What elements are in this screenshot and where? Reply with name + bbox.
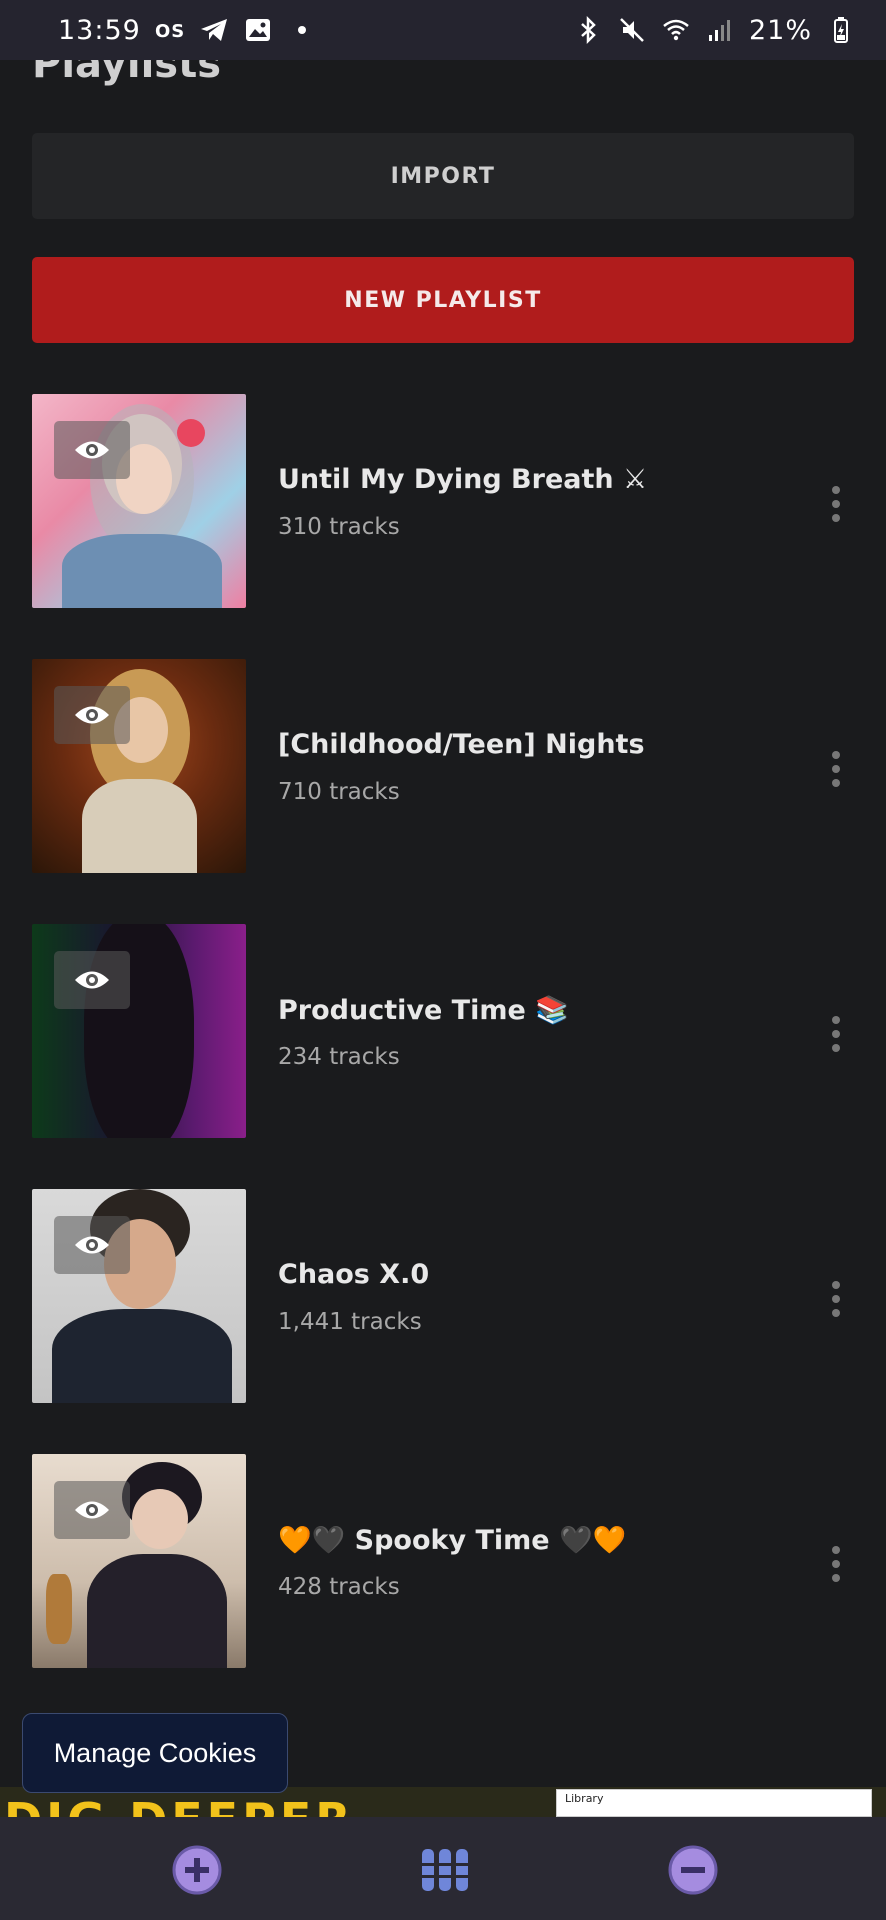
visibility-toggle[interactable]	[54, 421, 130, 479]
status-bar: 13:59 OS 21%	[0, 0, 886, 60]
playlist-cover[interactable]	[32, 924, 246, 1138]
manage-cookies-button[interactable]: Manage Cookies	[22, 1713, 288, 1793]
eye-icon	[75, 1236, 109, 1254]
eye-icon	[75, 706, 109, 724]
playlist-track-count: 710 tracks	[278, 779, 400, 805]
playlist-name: [Childhood/Teen] Nights	[278, 729, 645, 760]
minus-circle-icon	[668, 1845, 718, 1895]
more-options-button[interactable]	[816, 1004, 856, 1064]
gallery-icon	[243, 15, 273, 45]
playlist-cover[interactable]	[32, 1189, 246, 1403]
playlist-item[interactable]: Chaos X.0 1,441 tracks	[0, 1189, 886, 1404]
playlist-name: Until My Dying Breath ⚔	[278, 464, 648, 495]
playlist-item[interactable]: Productive Time 📚 234 tracks	[0, 924, 886, 1139]
more-options-button[interactable]	[816, 739, 856, 799]
more-vert-icon	[832, 1546, 840, 1582]
playlist-item[interactable]: Until My Dying Breath ⚔ 310 tracks	[0, 394, 886, 609]
bottom-nav	[0, 1817, 886, 1920]
visibility-toggle[interactable]	[54, 951, 130, 1009]
more-vert-icon	[832, 1281, 840, 1317]
plus-circle-icon	[172, 1845, 222, 1895]
eye-icon	[75, 971, 109, 989]
more-vert-icon	[832, 1016, 840, 1052]
os-badge-icon: OS	[155, 15, 185, 45]
status-time: 13:59	[58, 14, 141, 46]
zoom-out-button[interactable]	[666, 1843, 720, 1897]
playlist-cover[interactable]	[32, 394, 246, 608]
svg-text:OS: OS	[155, 21, 185, 42]
bluetooth-icon	[573, 15, 603, 45]
playlist-track-count: 1,441 tracks	[278, 1309, 422, 1335]
columns-icon	[422, 1849, 468, 1891]
zoom-in-button[interactable]	[170, 1843, 224, 1897]
more-options-button[interactable]	[816, 1534, 856, 1594]
visibility-toggle[interactable]	[54, 686, 130, 744]
battery-level: 21%	[748, 14, 812, 46]
playlist-track-count: 234 tracks	[278, 1044, 400, 1070]
eye-icon	[75, 441, 109, 459]
playlist-cover[interactable]	[32, 659, 246, 873]
signal-icon	[705, 15, 735, 45]
playlist-name: 🧡🖤 Spooky Time 🖤🧡	[278, 1525, 627, 1556]
new-playlist-button[interactable]: NEW PLAYLIST	[32, 257, 854, 343]
playlist-item[interactable]: 🧡🖤 Spooky Time 🖤🧡 428 tracks	[0, 1454, 886, 1669]
more-vert-icon	[832, 751, 840, 787]
playlist-name: Chaos X.0	[278, 1259, 430, 1290]
eye-icon	[75, 1501, 109, 1519]
telegram-icon	[199, 15, 229, 45]
mute-icon	[617, 15, 647, 45]
import-button[interactable]: IMPORT	[32, 133, 854, 219]
battery-charging-icon	[826, 15, 856, 45]
dot-icon	[287, 15, 317, 45]
ad-panel-label: Library	[565, 1792, 604, 1805]
more-vert-icon	[832, 486, 840, 522]
more-options-button[interactable]	[816, 474, 856, 534]
ad-headline: DIG DEEPER	[4, 1797, 355, 1817]
more-options-button[interactable]	[816, 1269, 856, 1329]
ad-panel: Library	[556, 1789, 872, 1817]
wifi-icon	[661, 15, 691, 45]
columns-button[interactable]	[418, 1843, 472, 1897]
playlist-name: Productive Time 📚	[278, 995, 569, 1026]
playlist-track-count: 310 tracks	[278, 514, 400, 540]
playlist-item[interactable]: [Childhood/Teen] Nights 710 tracks	[0, 659, 886, 874]
playlist-track-count: 428 tracks	[278, 1574, 400, 1600]
playlist-cover[interactable]	[32, 1454, 246, 1668]
visibility-toggle[interactable]	[54, 1216, 130, 1274]
visibility-toggle[interactable]	[54, 1481, 130, 1539]
